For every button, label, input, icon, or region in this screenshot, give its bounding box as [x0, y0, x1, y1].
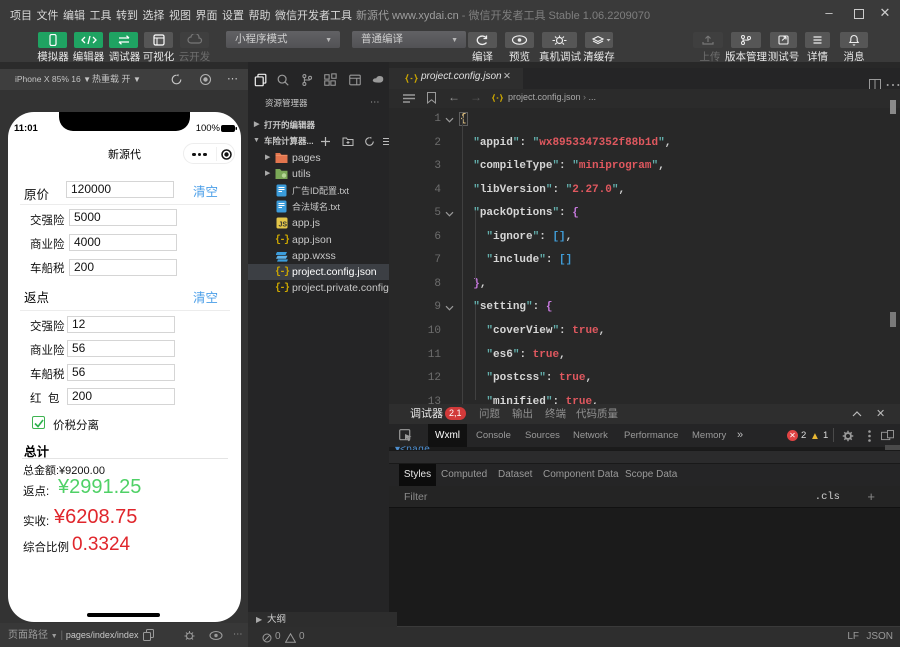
svg-text:JS: JS: [279, 222, 288, 229]
